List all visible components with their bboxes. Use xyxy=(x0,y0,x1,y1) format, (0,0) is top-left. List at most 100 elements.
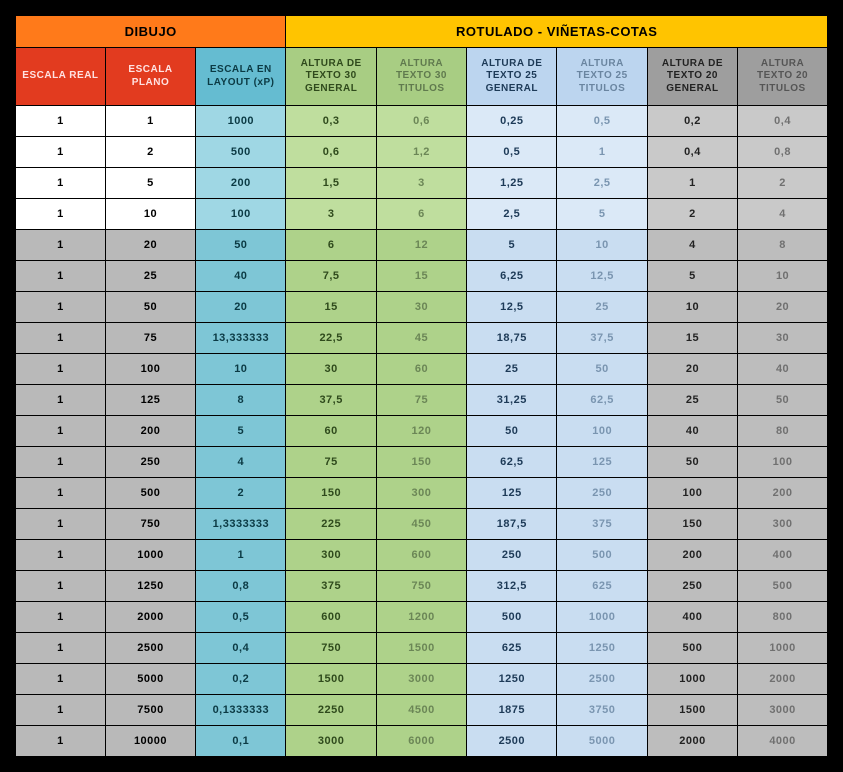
cell: 4000 xyxy=(738,726,828,757)
cell: 1000 xyxy=(557,602,647,633)
cell: 3000 xyxy=(376,664,466,695)
cell: 1 xyxy=(15,695,105,726)
cell: 50 xyxy=(738,385,828,416)
cell: 10 xyxy=(647,292,737,323)
table-row: 110001300600250500200400 xyxy=(15,540,828,571)
col-escala-real: ESCALA REAL xyxy=(15,48,105,106)
cell: 80 xyxy=(738,416,828,447)
cell: 125 xyxy=(467,478,557,509)
cell: 1000 xyxy=(738,633,828,664)
cell: 187,5 xyxy=(467,509,557,540)
cell: 5 xyxy=(467,230,557,261)
cell: 500 xyxy=(738,571,828,602)
cell: 5 xyxy=(647,261,737,292)
cell: 500 xyxy=(105,478,195,509)
cell: 625 xyxy=(467,633,557,664)
cell: 1250 xyxy=(105,571,195,602)
table-row: 125000,4750150062512505001000 xyxy=(15,633,828,664)
cell: 2,5 xyxy=(557,168,647,199)
cell: 3750 xyxy=(557,695,647,726)
superheader-row: DIBUJO ROTULADO - VIÑETAS-COTAS xyxy=(15,15,828,48)
cell: 0,8 xyxy=(738,137,828,168)
table-row: 112500,8375750312,5625250500 xyxy=(15,571,828,602)
table-row: 1205061251048 xyxy=(15,230,828,261)
cell: 1 xyxy=(15,664,105,695)
cell: 12 xyxy=(376,230,466,261)
cell: 1 xyxy=(15,385,105,416)
cell: 125 xyxy=(557,447,647,478)
cell: 4 xyxy=(647,230,737,261)
table-row: 17501,3333333225450187,5375150300 xyxy=(15,509,828,540)
cell: 500 xyxy=(467,602,557,633)
cell: 400 xyxy=(738,540,828,571)
cell: 0,4 xyxy=(196,633,286,664)
cell: 3000 xyxy=(286,726,376,757)
cell: 600 xyxy=(286,602,376,633)
cell: 1 xyxy=(15,230,105,261)
cell: 2000 xyxy=(738,664,828,695)
cell: 1250 xyxy=(467,664,557,695)
cell: 40 xyxy=(647,416,737,447)
col-t30-titulos: ALTURA TEXTO 30 TITULOS xyxy=(376,48,466,106)
cell: 600 xyxy=(376,540,466,571)
cell: 750 xyxy=(286,633,376,664)
cell: 100 xyxy=(647,478,737,509)
col-escala-layout: ESCALA EN LAYOUT (xP) xyxy=(196,48,286,106)
cell: 2 xyxy=(647,199,737,230)
table-body: 1110000,30,60,250,50,20,4125000,61,20,51… xyxy=(15,106,828,757)
table-row: 17513,33333322,54518,7537,51530 xyxy=(15,323,828,354)
cell: 7,5 xyxy=(286,261,376,292)
cell: 2 xyxy=(105,137,195,168)
cell: 250 xyxy=(467,540,557,571)
table-row: 110010306025502040 xyxy=(15,354,828,385)
column-header-row: ESCALA REAL ESCALA PLANO ESCALA EN LAYOU… xyxy=(15,48,828,106)
cell: 30 xyxy=(286,354,376,385)
cell: 1 xyxy=(557,137,647,168)
cell: 2500 xyxy=(105,633,195,664)
superheader-rotulado: ROTULADO - VIÑETAS-COTAS xyxy=(286,15,828,48)
cell: 100 xyxy=(196,199,286,230)
cell: 0,5 xyxy=(557,106,647,137)
cell: 1 xyxy=(15,478,105,509)
cell: 1 xyxy=(647,168,737,199)
cell: 12,5 xyxy=(467,292,557,323)
cell: 300 xyxy=(738,509,828,540)
cell: 150 xyxy=(376,447,466,478)
col-t20-titulos: ALTURA TEXTO 20 TITULOS xyxy=(738,48,828,106)
cell: 1000 xyxy=(647,664,737,695)
cell: 1 xyxy=(15,571,105,602)
table-row: 175000,1333333225045001875375015003000 xyxy=(15,695,828,726)
table-row: 125000,61,20,510,40,8 xyxy=(15,137,828,168)
cell: 20 xyxy=(105,230,195,261)
col-t20-general: ALTURA DE TEXTO 20 GENERAL xyxy=(647,48,737,106)
cell: 100 xyxy=(105,354,195,385)
cell: 1 xyxy=(15,292,105,323)
cell: 4500 xyxy=(376,695,466,726)
cell: 10 xyxy=(105,199,195,230)
cell: 1500 xyxy=(647,695,737,726)
cell: 2000 xyxy=(105,602,195,633)
cell: 31,25 xyxy=(467,385,557,416)
cell: 25 xyxy=(647,385,737,416)
table-row: 15002150300125250100200 xyxy=(15,478,828,509)
cell: 1 xyxy=(15,416,105,447)
cell: 25 xyxy=(467,354,557,385)
cell: 400 xyxy=(647,602,737,633)
cell: 5000 xyxy=(557,726,647,757)
cell: 1 xyxy=(15,261,105,292)
cell: 800 xyxy=(738,602,828,633)
cell: 125 xyxy=(105,385,195,416)
col-t25-titulos: ALTURA TEXTO 25 TITULOS xyxy=(557,48,647,106)
cell: 50 xyxy=(647,447,737,478)
table-row: 1125837,57531,2562,52550 xyxy=(15,385,828,416)
cell: 6 xyxy=(376,199,466,230)
table-row: 152001,531,252,512 xyxy=(15,168,828,199)
cell: 2 xyxy=(196,478,286,509)
cell: 200 xyxy=(647,540,737,571)
cell: 75 xyxy=(105,323,195,354)
cell: 25 xyxy=(557,292,647,323)
col-escala-plano: ESCALA PLANO xyxy=(105,48,195,106)
cell: 50 xyxy=(196,230,286,261)
cell: 0,8 xyxy=(196,571,286,602)
cell: 1 xyxy=(15,323,105,354)
